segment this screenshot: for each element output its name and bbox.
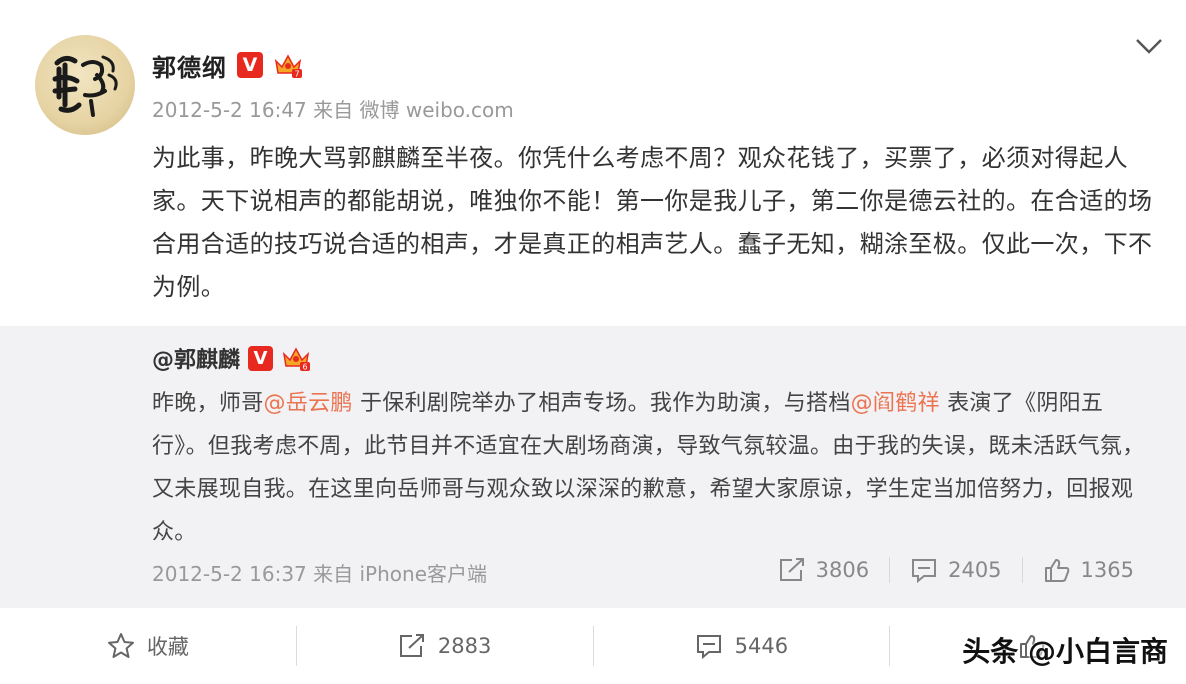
avatar[interactable] — [35, 35, 135, 135]
svg-text:7: 7 — [294, 70, 299, 79]
chevron-down-icon[interactable] — [1134, 34, 1164, 58]
favorite-button[interactable]: 收藏 — [0, 608, 296, 684]
repost-meta: 2012-5-2 16:37 来自 iPhone客户端 — [152, 558, 487, 587]
comment-button[interactable]: 5446 — [594, 608, 890, 684]
like-icon — [1043, 557, 1071, 583]
repost-card[interactable]: @郭麒麟 V 6 昨晚，师哥@岳云鹏 于保利剧院举办了相声专场。我作为助演，与搭… — [0, 326, 1186, 608]
repost-icon — [398, 633, 426, 659]
repost-text-part: 昨晚，师哥 — [152, 391, 264, 416]
svg-text:6: 6 — [302, 363, 307, 372]
repost-stats: 3806 2405 1365 — [758, 555, 1154, 585]
comment-count: 5446 — [734, 634, 789, 658]
crown-icon: 7 — [273, 51, 303, 79]
repost-count: 2883 — [437, 634, 492, 658]
favorite-label: 收藏 — [146, 635, 189, 659]
mention-link[interactable]: @岳云鹏 — [264, 391, 353, 416]
comment-icon — [695, 633, 723, 659]
watermark: 头条 @小白言商 — [962, 635, 1168, 668]
repost-button[interactable]: 2883 — [297, 608, 593, 684]
repost-comment-button[interactable]: 2405 — [890, 557, 1021, 583]
star-icon — [107, 632, 135, 660]
repost-text: 昨晚，师哥@岳云鹏 于保利剧院举办了相声专场。我作为助演，与搭档@阎鹤祥 表演了… — [152, 382, 1157, 554]
author-name[interactable]: 郭德纲 — [152, 48, 227, 83]
post-source: 来自 微博 weibo.com — [313, 98, 514, 122]
verified-badge: V — [237, 52, 263, 78]
repost-source: 来自 iPhone客户端 — [313, 562, 488, 586]
comment-count: 2405 — [948, 558, 1002, 582]
repost-author-row: @郭麒麟 V 6 — [152, 342, 311, 374]
repost-text-part: 于保利剧院举办了相声专场。我作为助演，与搭档 — [352, 391, 851, 416]
crown-icon: 6 — [281, 344, 311, 372]
post-text: 为此事，昨晚大骂郭麒麟至半夜。你凭什么考虑不周？观众花钱了，买票了，必须对得起人… — [152, 144, 1153, 301]
repost-icon — [778, 557, 806, 583]
verified-badge: V — [248, 345, 274, 371]
author-row: 郭德纲 V 7 — [152, 48, 303, 82]
repost-count: 3806 — [815, 558, 870, 582]
like-count: 1365 — [1080, 558, 1134, 582]
mention-link[interactable]: @阎鹤祥 — [851, 391, 940, 416]
repost-repost-button[interactable]: 3806 — [758, 557, 889, 583]
repost-like-button[interactable]: 1365 — [1023, 557, 1154, 583]
repost-author-name[interactable]: @郭麒麟 — [152, 342, 240, 374]
post-timestamp[interactable]: 2012-5-2 16:47 — [152, 98, 307, 122]
repost-timestamp[interactable]: 2012-5-2 16:37 — [152, 562, 307, 586]
comment-icon — [910, 557, 938, 583]
post-meta: 2012-5-2 16:47 来自 微博 weibo.com — [152, 94, 514, 123]
